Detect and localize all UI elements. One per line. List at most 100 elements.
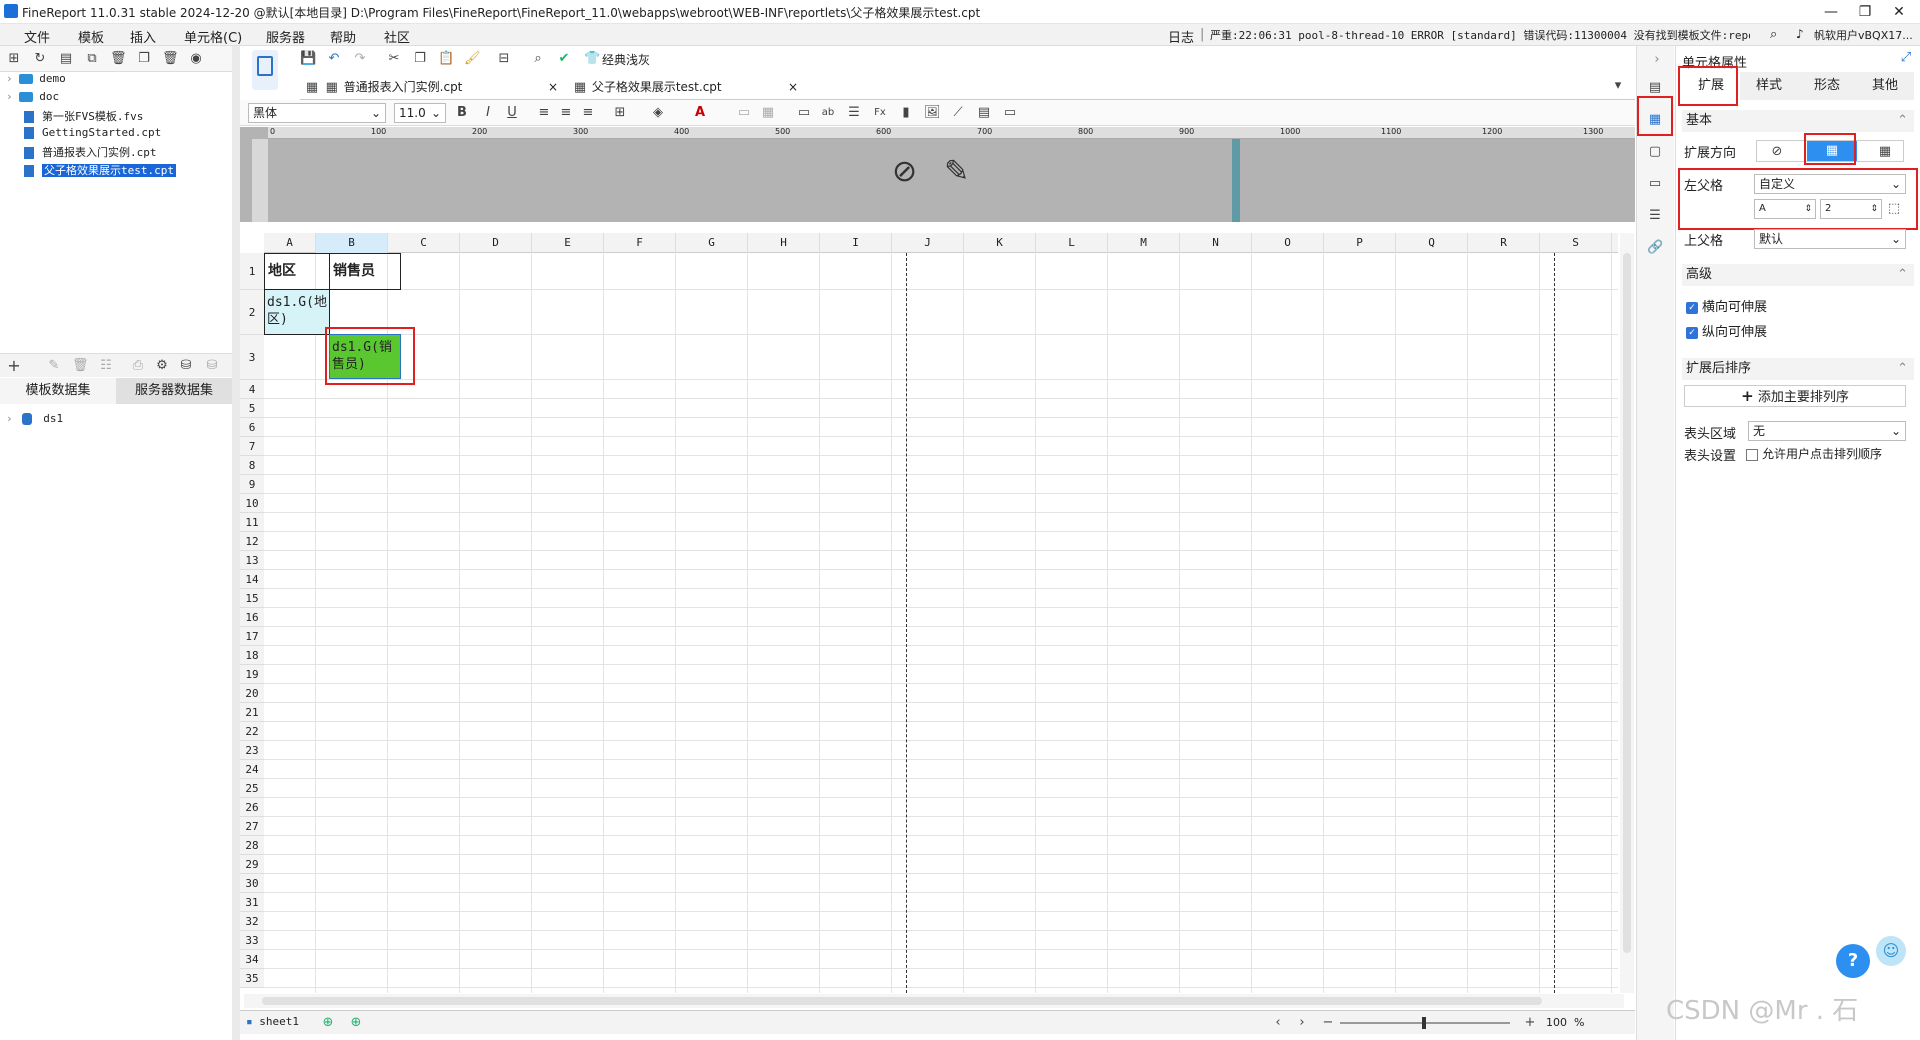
- hide-icon[interactable]: ⊘: [892, 154, 917, 189]
- row-header[interactable]: 15: [240, 589, 264, 608]
- menu-file[interactable]: 文件: [24, 27, 50, 46]
- close-button[interactable]: ✕: [1884, 2, 1914, 22]
- cell-a1[interactable]: 地区: [264, 253, 330, 290]
- condition-icon[interactable]: ▭: [1647, 176, 1663, 192]
- column-header[interactable]: K: [964, 233, 1036, 253]
- row-header[interactable]: 19: [240, 665, 264, 684]
- undo-icon[interactable]: ↶: [326, 51, 342, 67]
- row-header[interactable]: 6: [240, 418, 264, 437]
- link-icon[interactable]: 🔗: [1647, 240, 1663, 256]
- spreadsheet[interactable]: [240, 233, 1618, 993]
- row-header[interactable]: 29: [240, 855, 264, 874]
- prev-page-icon[interactable]: ‹: [1270, 1015, 1286, 1031]
- column-header[interactable]: F: [604, 233, 676, 253]
- edit-icon[interactable]: ✎: [46, 358, 62, 374]
- style-icon[interactable]: ☰: [1647, 208, 1663, 224]
- server-dataset-icon[interactable]: ⛁: [178, 358, 194, 374]
- row-header[interactable]: 27: [240, 817, 264, 836]
- sheet-tab[interactable]: ▪ sheet1: [246, 1015, 299, 1028]
- section-advanced[interactable]: 高级 ⌃: [1682, 264, 1914, 286]
- header-area-select[interactable]: 无 ⌄: [1748, 421, 1906, 441]
- row-header[interactable]: 9: [240, 475, 264, 494]
- top-parent-select[interactable]: 默认 ⌄: [1754, 229, 1906, 249]
- target-icon[interactable]: ◉: [188, 51, 204, 67]
- close-tab-icon[interactable]: ×: [788, 74, 798, 100]
- zoom-value[interactable]: 100: [1546, 1016, 1567, 1029]
- column-header[interactable]: Q: [1396, 233, 1468, 253]
- dataset-item[interactable]: › ds1: [6, 412, 63, 430]
- cell-b1[interactable]: 销售员: [329, 253, 401, 290]
- open-icon[interactable]: ▤: [58, 51, 74, 67]
- allow-user-sort-checkbox[interactable]: 允许用户点击排列顺序: [1746, 445, 1882, 462]
- doc-tab-1[interactable]: ▦ ▦ 普通报表入门实例.cpt ×: [300, 74, 558, 100]
- row-header[interactable]: 18: [240, 646, 264, 665]
- next-page-icon[interactable]: ›: [1294, 1015, 1310, 1031]
- horizontal-scrollbar[interactable]: [244, 994, 1624, 1008]
- paste-icon[interactable]: 📋: [438, 51, 454, 67]
- fill-color-icon[interactable]: ◈: [650, 105, 666, 121]
- tab-shape[interactable]: 形态: [1798, 72, 1856, 100]
- row-header[interactable]: 7: [240, 437, 264, 456]
- doc-tab-2[interactable]: ▦ 父子格效果展示test.cpt ×: [568, 74, 808, 100]
- row-header[interactable]: 30: [240, 874, 264, 893]
- help-icon[interactable]: ?: [1836, 944, 1870, 978]
- row-header[interactable]: 14: [240, 570, 264, 589]
- locate-icon[interactable]: ⧉: [84, 51, 100, 67]
- column-header[interactable]: I: [820, 233, 892, 253]
- v-extendable-checkbox[interactable]: ✓ 纵向可伸展: [1686, 321, 1767, 340]
- add-icon[interactable]: +: [6, 358, 22, 374]
- row-header[interactable]: 20: [240, 684, 264, 703]
- h-extendable-checkbox[interactable]: ✓ 横向可伸展: [1686, 296, 1767, 315]
- search-replace-icon[interactable]: ⌕: [530, 51, 546, 67]
- copy-icon[interactable]: ❐: [412, 51, 428, 67]
- align-center-icon[interactable]: ≡: [558, 105, 574, 121]
- row-header[interactable]: 21: [240, 703, 264, 722]
- collapse-icon[interactable]: ›: [1649, 52, 1665, 68]
- log-label[interactable]: 日志: [1168, 27, 1194, 46]
- pin-icon[interactable]: ⤢: [1898, 50, 1914, 66]
- row-header[interactable]: 26: [240, 798, 264, 817]
- row-header[interactable]: 22: [240, 722, 264, 741]
- text-icon[interactable]: ab: [820, 105, 836, 121]
- save-icon[interactable]: 💾: [300, 51, 316, 67]
- maximize-button[interactable]: ❐: [1850, 2, 1880, 22]
- merge-icon[interactable]: ▭: [736, 105, 752, 121]
- row-header[interactable]: 35: [240, 969, 264, 988]
- close-tab-icon[interactable]: ×: [548, 74, 558, 100]
- tab-server-dataset[interactable]: 服务器数据集: [116, 378, 232, 404]
- insert-cell-icon[interactable]: ▭: [796, 105, 812, 121]
- slash-icon[interactable]: ⟋: [950, 105, 966, 121]
- column-header[interactable]: B: [316, 233, 388, 253]
- zoom-out-icon[interactable]: −: [1320, 1015, 1336, 1031]
- column-header[interactable]: C: [388, 233, 460, 253]
- row-header[interactable]: 25: [240, 779, 264, 798]
- row-header[interactable]: 16: [240, 608, 264, 627]
- menu-insert[interactable]: 插入: [130, 27, 156, 46]
- subreport-icon[interactable]: ▤: [976, 105, 992, 121]
- section-sort[interactable]: 扩展后排序 ⌃: [1682, 358, 1914, 380]
- frozen-icon[interactable]: ▭: [1002, 105, 1018, 121]
- align-right-icon[interactable]: ≡: [580, 105, 596, 121]
- column-header[interactable]: D: [460, 233, 532, 253]
- zoom-slider[interactable]: [1340, 1017, 1510, 1029]
- unmerge-icon[interactable]: ▦: [760, 105, 776, 121]
- add-sort-button[interactable]: + 添加主要排列序: [1684, 385, 1906, 407]
- horizontal-expand-icon[interactable]: ▦: [1877, 144, 1893, 160]
- border-icon[interactable]: ⊞: [612, 105, 628, 121]
- tree-item-file[interactable]: GettingStarted.cpt: [24, 126, 161, 144]
- row-header[interactable]: 28: [240, 836, 264, 855]
- row-header[interactable]: 12: [240, 532, 264, 551]
- column-header[interactable]: N: [1180, 233, 1252, 253]
- column-header[interactable]: A: [264, 233, 316, 253]
- row-header[interactable]: 24: [240, 760, 264, 779]
- row-header[interactable]: 34: [240, 950, 264, 969]
- cell-a2[interactable]: ds1.G(地区): [264, 289, 330, 335]
- column-header[interactable]: M: [1108, 233, 1180, 253]
- column-header[interactable]: G: [676, 233, 748, 253]
- row-header[interactable]: 33: [240, 931, 264, 950]
- font-family-select[interactable]: 黑体 ⌄: [248, 103, 386, 123]
- menu-template[interactable]: 模板: [78, 27, 104, 46]
- row-header[interactable]: 3: [240, 335, 264, 380]
- row-header[interactable]: 2: [240, 290, 264, 335]
- row-header[interactable]: 1: [240, 253, 264, 290]
